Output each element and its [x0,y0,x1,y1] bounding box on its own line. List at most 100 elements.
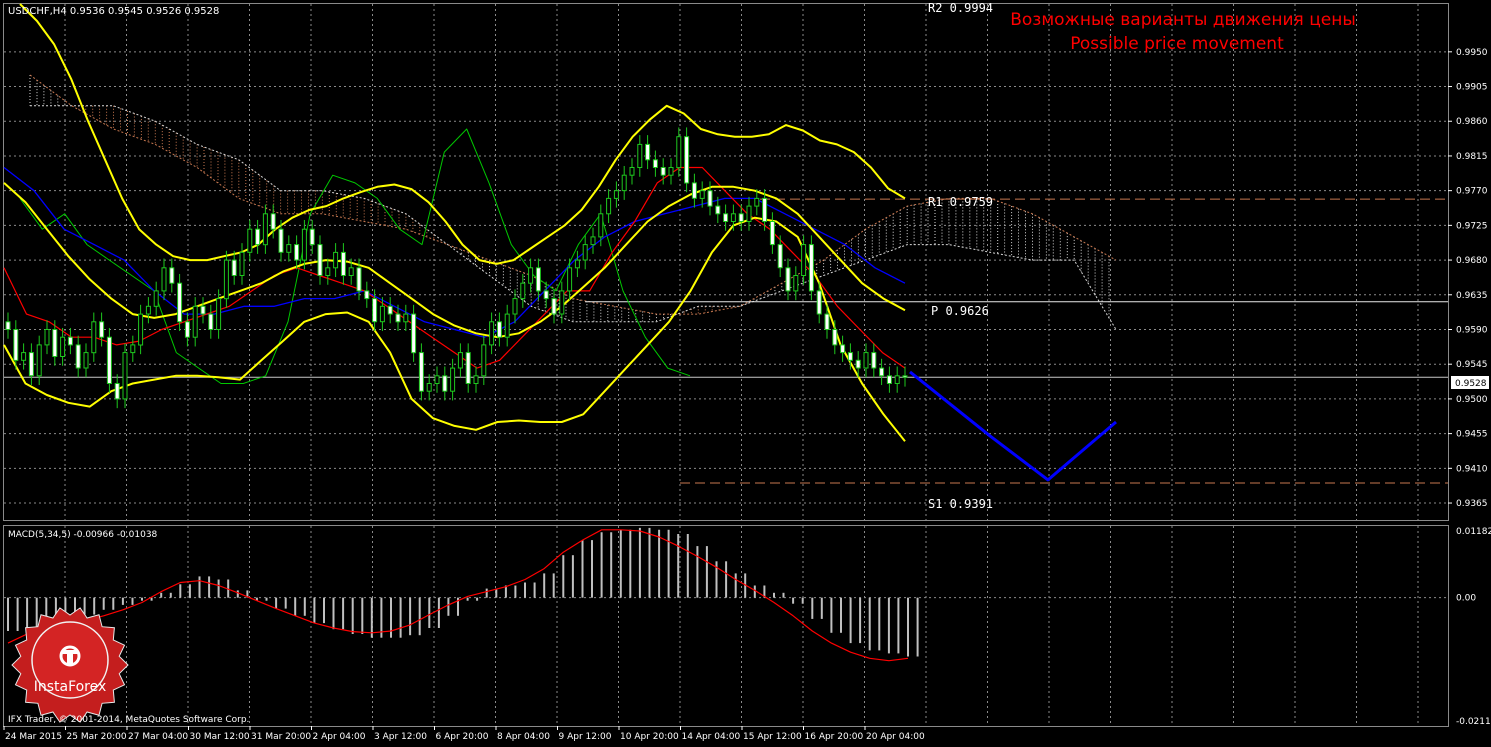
macd-tick-label: 0.01182 [1456,527,1491,537]
candle-bull [567,267,573,292]
candle-bull [192,305,198,338]
candle-bear [855,359,861,369]
candle-bear [114,383,120,400]
candle-bear [294,244,300,261]
candle-bull [598,213,604,238]
candle-bull [676,136,682,169]
candle-bear [684,136,690,184]
candle-bear [660,167,666,176]
price-tick-label: 0.9455 [1456,430,1488,440]
candle-bear [106,336,112,385]
candle-bear [67,336,73,346]
candle-bull [606,197,612,215]
candle-bull [621,174,627,192]
time-tick-label: 8 Apr 04:00 [497,732,550,742]
candle-bull [21,352,27,361]
time-tick-label: 30 Mar 12:00 [190,732,250,742]
candle-bull [629,167,635,176]
candle-bull [894,375,900,384]
candle-bear [411,313,417,354]
price-tick-label: 0.9500 [1456,395,1488,405]
candle-bear [543,290,549,300]
candle-bear [824,313,830,331]
candle-bull [637,143,643,168]
candle-bear [387,305,393,315]
candle-bull [379,305,385,323]
candle-bull [489,321,495,346]
candle-bear [340,251,346,276]
candle-bear [785,267,791,292]
macd-header: MACD(5,34,5) -0.00966 -0.01038 [8,530,158,540]
candle-bear [270,213,276,230]
candle-bull [863,352,869,369]
candle-bear [652,159,658,169]
candle-bear [762,197,768,222]
candle-bull [450,367,456,392]
candle-bull [473,375,479,384]
price-tick-label: 0.9905 [1456,83,1488,93]
candle-bull [286,244,292,253]
candle-bear [169,267,175,284]
candle-bear [231,259,237,277]
candle-bear [645,143,651,161]
candle-bear [496,321,502,338]
candle-bull [613,190,619,199]
price-tick-label: 0.9680 [1456,256,1488,266]
candle-bull [348,267,354,276]
candle-bull [130,344,136,354]
s1-label: S1 0.9391 [928,497,993,511]
candle-bull [83,352,89,369]
candle-bear [847,352,853,361]
chart-window: 0.9950 0.9905 0.9860 0.9815 0.9770 0.9725 0.96… [0,0,1491,743]
candle-bear [723,213,729,223]
candle-bear [902,375,908,378]
candle-bear [184,321,190,338]
candle-bull [60,336,66,358]
time-tick-label: 9 Apr 12:00 [559,732,612,742]
candle-bull [91,321,97,354]
candle-bear [372,298,378,323]
candle-bull [44,329,50,346]
chart-canvas[interactable]: 0.9950 0.9905 0.9860 0.9815 0.9770 0.9725 0.96… [0,0,1491,743]
candle-bull [754,197,760,207]
time-tick-label: 31 Mar 20:00 [251,732,311,742]
candle-bull [582,244,588,261]
candle-bear [535,267,541,292]
candle-bear [691,182,697,199]
candle-bull [122,352,128,400]
r1-label: R1 0.9759 [928,195,993,209]
price-tick-label: 0.9770 [1456,187,1488,197]
candle-bear [177,282,183,323]
candle-bull [426,383,432,392]
candle-bear [715,205,721,215]
candle-bear [364,290,370,300]
candle-bull [247,228,253,253]
price-tick-label: 0.9590 [1456,326,1488,336]
candle-bull [520,282,526,300]
candle-bear [808,244,814,292]
time-tick-label: 6 Apr 20:00 [436,732,489,742]
candle-bull [457,352,463,369]
candle-bear [13,329,19,361]
candle-bear [75,344,81,369]
price-tick-label: 0.9815 [1456,152,1488,162]
copyright-text: IFX Trader, © 2001-2014, MetaQuotes Soft… [8,715,249,725]
candle-bear [871,352,877,369]
current-price-label: 0.9528 [1455,379,1487,389]
candle-bull [153,290,159,307]
candle-bear [309,228,315,246]
candle-bull [161,267,167,292]
candle-bear [840,344,846,354]
candle-bear [395,313,401,323]
candle-bull [590,236,596,246]
r2-label: R2 0.9994 [928,1,993,15]
price-tick-label: 0.9545 [1456,360,1488,370]
time-tick-label: 27 Mar 04:00 [128,732,188,742]
candle-bull [333,251,339,269]
time-tick-label: 24 Mar 2015 [5,732,62,742]
candle-bear [200,305,206,315]
macd-tick-label: 0.00 [1456,594,1476,604]
candle-bull [262,213,268,246]
candle-bull [223,259,229,300]
candle-bull [145,305,151,315]
